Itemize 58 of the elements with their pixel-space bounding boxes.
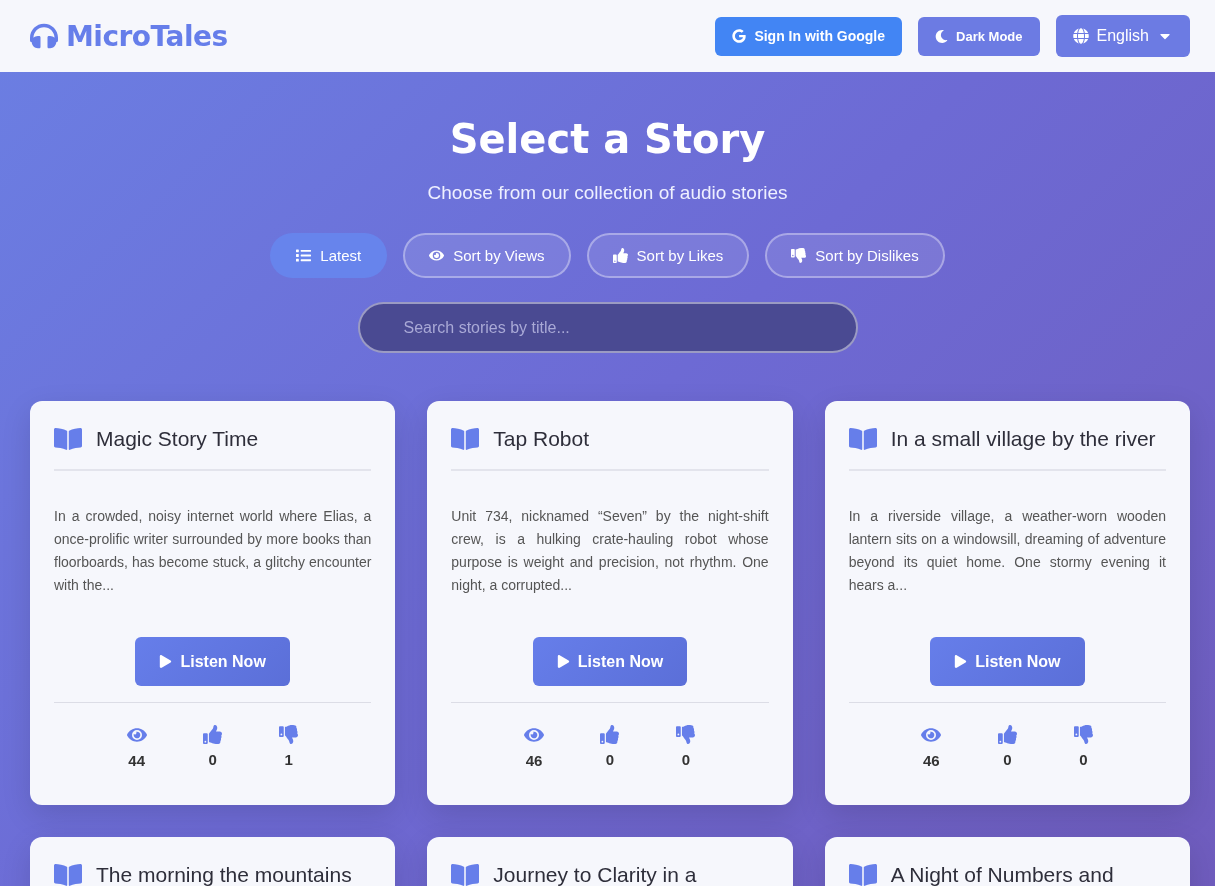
language-dropdown[interactable]: English xyxy=(1055,15,1190,57)
view-count: 46 xyxy=(923,752,940,769)
story-title: Tap Robot xyxy=(493,427,590,451)
story-title: Journey to Clarity in a xyxy=(493,863,697,886)
story-description: In a riverside village, a weather-worn wooden lantern sits on a windowsill, dreaming of adventure beyond its quiet home. One stormy evening it hears a... xyxy=(848,507,1166,595)
sort-tab[interactable]: Sort by Likes xyxy=(586,233,750,278)
view-count: 44 xyxy=(128,752,145,769)
dark-mode-button[interactable]: Dark Mode xyxy=(918,16,1040,56)
book-icon xyxy=(451,425,480,453)
story-title: A Night of Numbers and xyxy=(890,863,1114,886)
story-title: The morning the mountains xyxy=(96,863,352,886)
story-description: Unit 734, nicknamed “Seven” by the night-shift crew, is a hulking crate-hauling robot whose purpose is weight and precision, not rhythm. One night, a corrupted... xyxy=(451,507,769,595)
google-icon xyxy=(732,29,747,43)
thumbs-up-icon xyxy=(600,725,620,744)
story-description: In a crowded, noisy internet world where Elias, a once-prolific writer surrounded by more books than floorboards, has become stuck, a glitchy encounter with the... xyxy=(54,507,372,595)
logo-text: MicroTales xyxy=(66,19,228,53)
thumbs-up-icon xyxy=(997,725,1017,744)
thumbs-down-icon xyxy=(676,725,696,744)
eye-icon xyxy=(524,725,544,745)
story-title: In a small village by the river xyxy=(890,427,1156,451)
book-icon xyxy=(848,425,877,453)
play-icon xyxy=(954,655,968,668)
globe-icon xyxy=(1072,28,1089,44)
dislike-count: 1 xyxy=(284,751,293,768)
listen-now-button[interactable]: Listen Now xyxy=(135,637,290,686)
like-count: 0 xyxy=(605,751,615,768)
thumbs-down-icon xyxy=(791,248,807,263)
play-icon xyxy=(556,655,570,668)
book-icon xyxy=(848,861,877,886)
dislike-count: 0 xyxy=(1079,751,1088,768)
thumbs-up-icon xyxy=(203,725,223,744)
book-icon xyxy=(54,425,82,453)
listen-now-button[interactable]: Listen Now xyxy=(532,637,688,686)
google-sign-in-button[interactable]: Sign In with Google xyxy=(715,16,903,56)
like-count: 0 xyxy=(1003,751,1012,768)
view-count: 46 xyxy=(525,752,543,769)
listen-now-button[interactable]: Listen Now xyxy=(930,637,1085,686)
sort-tab[interactable]: Latest xyxy=(270,233,388,278)
page-subtitle: Choose from our collection of audio stories xyxy=(427,182,788,204)
list-icon xyxy=(296,248,312,263)
sort-tab[interactable]: Sort by Dislikes xyxy=(765,233,945,278)
eye-icon xyxy=(126,725,147,745)
eye-icon xyxy=(921,725,942,745)
search-field[interactable]: Search stories by title... xyxy=(357,302,858,353)
sort-tab[interactable]: Sort by Views xyxy=(403,233,571,278)
eye-icon xyxy=(429,248,445,263)
moon-icon xyxy=(935,29,949,43)
thumbs-down-icon xyxy=(1073,725,1093,744)
book-icon xyxy=(54,861,82,886)
like-count: 0 xyxy=(208,751,217,768)
play-icon xyxy=(159,655,173,668)
thumbs-up-icon xyxy=(612,248,628,263)
story-title: Magic Story Time xyxy=(96,427,259,451)
page-title: Select a Story xyxy=(449,116,766,162)
thumbs-down-icon xyxy=(279,725,299,744)
headphones-icon xyxy=(30,22,58,50)
book-icon xyxy=(451,861,480,886)
dislike-count: 0 xyxy=(681,751,691,768)
